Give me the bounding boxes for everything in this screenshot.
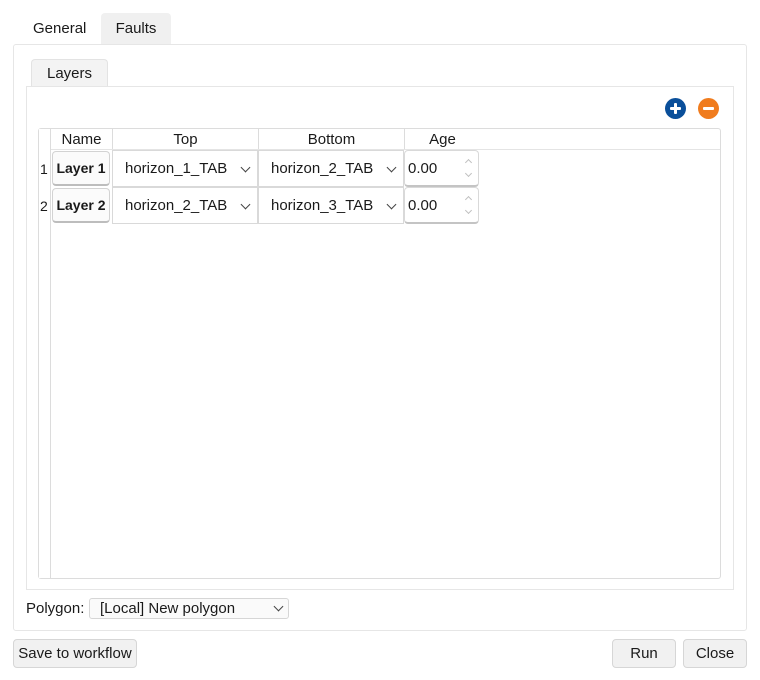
tab-faults[interactable]: Faults [101, 13, 171, 44]
top-horizon-value: horizon_1_TAB [125, 160, 228, 177]
chevron-down-icon [273, 601, 284, 612]
minus-circle-icon [698, 98, 719, 119]
close-button[interactable]: Close [683, 639, 747, 668]
column-header-name[interactable]: Name [51, 129, 113, 149]
top-horizon-select[interactable]: horizon_2_TAB [112, 187, 258, 224]
row-number: 1 [40, 161, 48, 177]
age-value: 0.00 [408, 197, 438, 214]
bottom-horizon-value: horizon_3_TAB [271, 197, 374, 214]
run-button[interactable]: Run [612, 639, 676, 668]
top-horizon-select[interactable]: horizon_1_TAB [112, 150, 258, 187]
chevron-down-icon [386, 162, 397, 173]
polygon-select[interactable]: [Local] New polygon [89, 598, 289, 619]
age-spinbox[interactable]: 0.00 [404, 187, 479, 224]
polygon-label: Polygon: [26, 600, 85, 617]
bottom-horizon-select[interactable]: horizon_2_TAB [258, 150, 404, 187]
chevron-down-icon [240, 162, 251, 173]
column-header-top[interactable]: Top [113, 129, 259, 149]
age-spinbox[interactable]: 0.00 [404, 150, 479, 187]
spin-up-icon[interactable] [464, 158, 473, 167]
spin-down-icon[interactable] [464, 169, 473, 178]
tab-layers[interactable]: Layers [31, 59, 108, 87]
plus-circle-icon [665, 98, 686, 119]
chevron-down-icon [386, 199, 397, 210]
remove-layer-button[interactable] [698, 98, 719, 119]
row-number: 2 [40, 198, 48, 214]
row-header-column [39, 129, 51, 578]
spin-up-icon[interactable] [464, 195, 473, 204]
bottom-horizon-select[interactable]: horizon_3_TAB [258, 187, 404, 224]
layer-name-button[interactable]: Layer 2 [52, 188, 110, 223]
column-header-age[interactable]: Age [405, 129, 480, 149]
tab-general[interactable]: General [19, 13, 100, 44]
save-to-workflow-button[interactable]: Save to workflow [13, 639, 137, 668]
bottom-horizon-value: horizon_2_TAB [271, 160, 374, 177]
chevron-down-icon [240, 199, 251, 210]
add-layer-button[interactable] [665, 98, 686, 119]
column-header-bottom[interactable]: Bottom [259, 129, 405, 149]
spin-down-icon[interactable] [464, 206, 473, 215]
top-horizon-value: horizon_2_TAB [125, 197, 228, 214]
polygon-value: [Local] New polygon [100, 600, 236, 617]
table-header: Name Top Bottom Age [51, 129, 720, 150]
layer-name-button[interactable]: Layer 1 [52, 151, 110, 186]
age-value: 0.00 [408, 160, 438, 177]
